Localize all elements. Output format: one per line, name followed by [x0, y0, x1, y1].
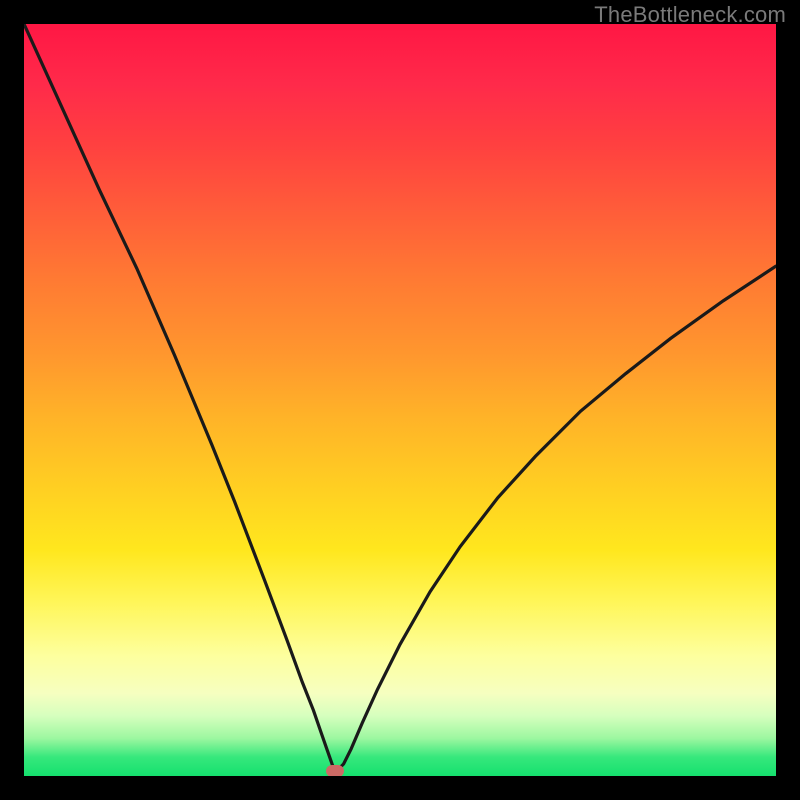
watermark-text: TheBottleneck.com: [594, 2, 786, 28]
minimum-marker: [326, 765, 344, 776]
curve-svg: [24, 24, 776, 776]
chart-frame: TheBottleneck.com: [0, 0, 800, 800]
plot-area: [24, 24, 776, 776]
bottleneck-curve: [24, 24, 776, 771]
